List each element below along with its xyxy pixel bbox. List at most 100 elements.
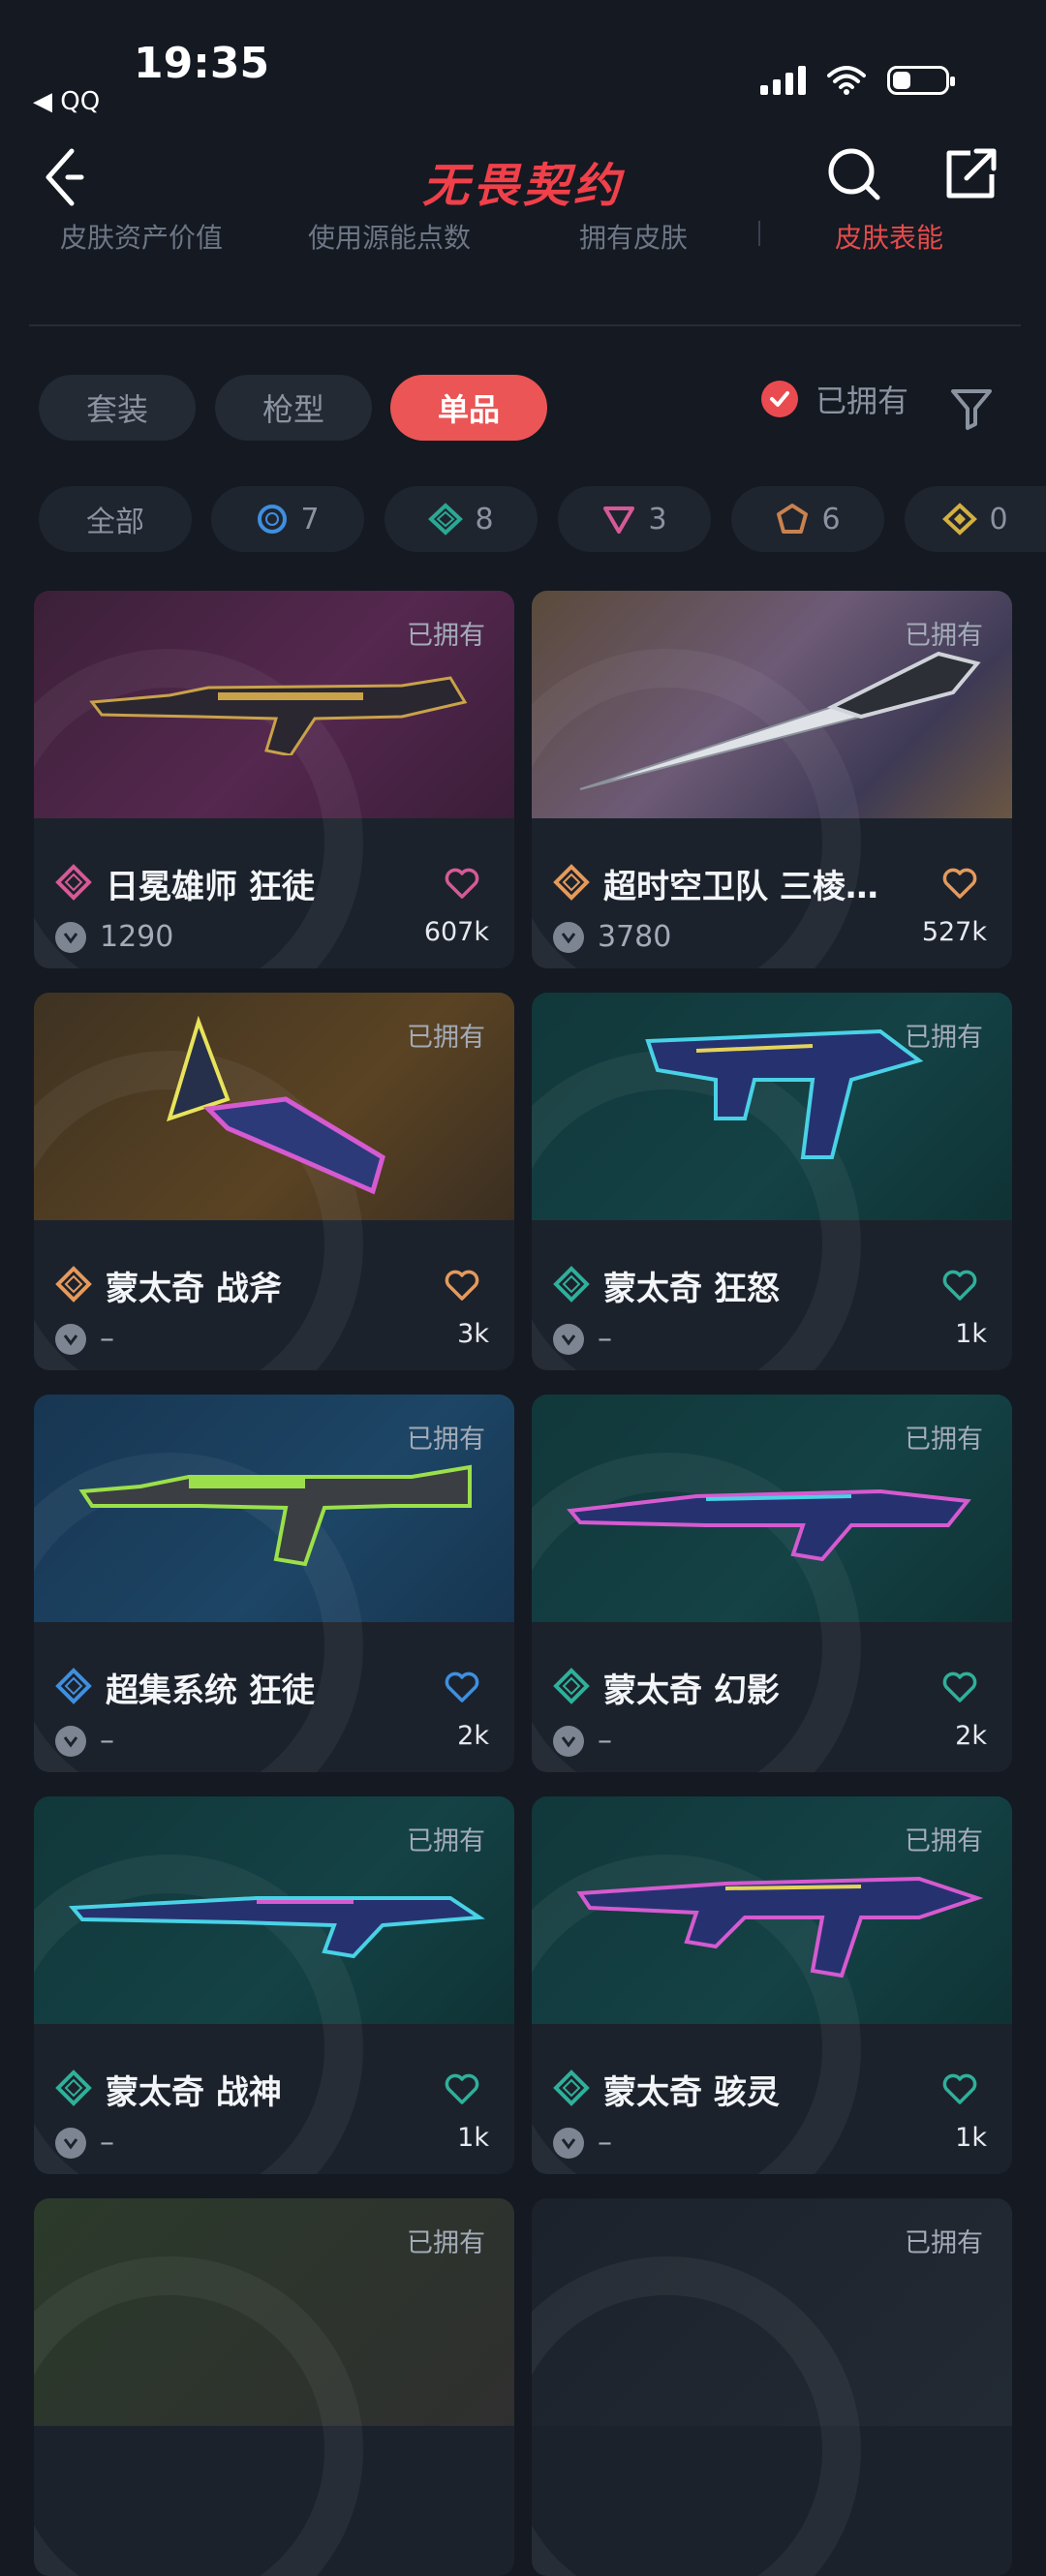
- status-icons: [760, 66, 955, 95]
- skin-title-row: 蒙太奇 战神: [55, 2066, 282, 2113]
- price-row: –: [55, 2126, 114, 2160]
- heart-icon[interactable]: [443, 2070, 481, 2108]
- valorant-points-icon: [553, 1725, 584, 1757]
- valorant-points-icon: [55, 921, 86, 953]
- share-icon[interactable]: [941, 145, 1000, 203]
- price-row: –: [55, 1322, 114, 1356]
- header-divider: [29, 324, 1021, 326]
- rarity-deluxe-pill[interactable]: 8: [385, 486, 538, 552]
- skin-card[interactable]: 已拥有蒙太奇 战神 – 1k: [34, 1796, 514, 2174]
- skin-card[interactable]: 已拥有 超集系统 狂徒 – 2k: [34, 1395, 514, 1772]
- heart-icon[interactable]: [940, 864, 979, 903]
- owned-tag: 已拥有: [905, 2228, 983, 2258]
- owned-filter-toggle[interactable]: 已拥有: [761, 377, 908, 421]
- like-count: 1k: [457, 2123, 489, 2153]
- valorant-points-icon: [553, 2127, 584, 2159]
- tier-icon: [55, 1265, 92, 1306]
- skin-card[interactable]: 已拥有 超时空卫队 三棱… 3780 527k: [532, 591, 1012, 968]
- top-tab-bar: 皮肤资产价值 使用源能点数 拥有皮肤 皮肤表能: [0, 221, 1046, 256]
- ultra-tier-icon: [942, 503, 978, 536]
- skin-card[interactable]: 已拥有蒙太奇 战斧 – 3k: [34, 993, 514, 1370]
- rarity-ultra-pill[interactable]: 0: [905, 486, 1046, 552]
- skin-title-row: 蒙太奇 战斧: [55, 1262, 282, 1309]
- tier-icon: [553, 1265, 590, 1306]
- heart-icon[interactable]: [940, 1668, 979, 1706]
- skin-title: 蒙太奇 骇灵: [603, 2073, 780, 2112]
- rarity-exclusive-pill[interactable]: 6: [731, 486, 884, 552]
- skin-title: 蒙太奇 战斧: [106, 1270, 282, 1308]
- skin-title: 蒙太奇 幻影: [603, 1671, 780, 1710]
- tab-radianite-usage[interactable]: 使用源能点数: [308, 221, 471, 256]
- rarity-select-pill[interactable]: 7: [211, 486, 364, 552]
- heart-icon[interactable]: [443, 864, 481, 903]
- rarity-all-pill[interactable]: 全部: [39, 486, 192, 552]
- owned-tag: 已拥有: [407, 1826, 485, 1856]
- skin-card[interactable]: 已拥有 蒙太奇 幻影 – 2k: [532, 1395, 1012, 1772]
- skin-title-row: 蒙太奇 狂怒: [553, 1262, 780, 1309]
- owned-tag: 已拥有: [905, 1023, 983, 1053]
- skin-card[interactable]: 已拥有: [532, 2198, 1012, 2576]
- skin-price: –: [598, 2126, 612, 2160]
- heart-icon[interactable]: [443, 1668, 481, 1706]
- rarity-select-count: 7: [300, 502, 320, 537]
- premium-tier-icon: [603, 506, 635, 534]
- rarity-deluxe-count: 8: [475, 502, 494, 537]
- owned-filter-label: 已拥有: [815, 383, 909, 419]
- valorant-points-icon: [55, 1323, 86, 1355]
- skin-card[interactable]: 已拥有日冕雄师 狂徒 1290 607k: [34, 591, 514, 968]
- heart-icon[interactable]: [940, 2070, 979, 2108]
- skin-price: –: [598, 1322, 612, 1356]
- tab-skin-performance[interactable]: 皮肤表能: [835, 221, 943, 256]
- tier-icon: [55, 1667, 92, 1708]
- tier-icon: [553, 863, 590, 905]
- skin-title-row: 日冕雄师 狂徒: [55, 860, 315, 907]
- exclusive-tier-icon: [777, 504, 809, 534]
- price-row: 1290: [55, 920, 173, 954]
- owned-tag: 已拥有: [407, 2228, 485, 2258]
- deluxe-tier-icon: [428, 503, 464, 536]
- tab-divider: [758, 221, 760, 246]
- tier-icon: [553, 2069, 590, 2110]
- valorant-points-icon: [55, 1725, 86, 1757]
- tier-icon: [55, 2069, 92, 2110]
- select-tier-icon: [258, 505, 288, 534]
- price-row: –: [553, 1322, 612, 1356]
- skin-title-row: 蒙太奇 骇灵: [553, 2066, 780, 2113]
- skin-price: –: [100, 1724, 114, 1758]
- heart-icon[interactable]: [443, 1266, 481, 1304]
- back-to-app-link[interactable]: ◀ QQ: [33, 87, 100, 116]
- rarity-ultra-count: 0: [989, 502, 1008, 537]
- filter-bundle-button[interactable]: 套装: [39, 375, 196, 441]
- filter-weapon-type-button[interactable]: 枪型: [215, 375, 372, 441]
- rarity-all-label: 全部: [86, 506, 144, 539]
- signal-icon: [760, 66, 806, 95]
- like-count: 2k: [955, 1721, 987, 1751]
- rarity-premium-count: 3: [648, 502, 667, 537]
- like-count: 1k: [955, 2123, 987, 2153]
- skin-price: –: [598, 1724, 612, 1758]
- filter-single-item-button[interactable]: 单品: [390, 375, 547, 441]
- tab-skin-value[interactable]: 皮肤资产价值: [60, 221, 223, 256]
- skin-title: 蒙太奇 战神: [106, 2073, 282, 2112]
- like-count: 3k: [457, 1319, 489, 1349]
- tier-icon: [553, 1667, 590, 1708]
- tab-owned-skins[interactable]: 拥有皮肤: [579, 221, 688, 256]
- valorant-points-icon: [55, 2127, 86, 2159]
- price-row: –: [55, 1724, 114, 1758]
- skin-price: –: [100, 1322, 114, 1356]
- skin-price: 1290: [100, 920, 174, 954]
- rarity-premium-pill[interactable]: 3: [558, 486, 711, 552]
- skin-card[interactable]: 已拥有 蒙太奇 骇灵 – 1k: [532, 1796, 1012, 2174]
- filter-icon[interactable]: [947, 383, 996, 432]
- skin-price: –: [100, 2126, 114, 2160]
- search-icon[interactable]: [825, 145, 883, 203]
- skin-card[interactable]: 已拥有 蒙太奇 狂怒 – 1k: [532, 993, 1012, 1370]
- heart-icon[interactable]: [940, 1266, 979, 1304]
- like-count: 607k: [423, 917, 489, 947]
- skin-title-row: 超时空卫队 三棱…: [553, 860, 878, 907]
- owned-tag: 已拥有: [407, 621, 485, 651]
- skin-title: 蒙太奇 狂怒: [603, 1270, 780, 1308]
- owned-tag: 已拥有: [407, 1023, 485, 1053]
- valorant-points-icon: [553, 921, 584, 953]
- skin-card[interactable]: 已拥有: [34, 2198, 514, 2576]
